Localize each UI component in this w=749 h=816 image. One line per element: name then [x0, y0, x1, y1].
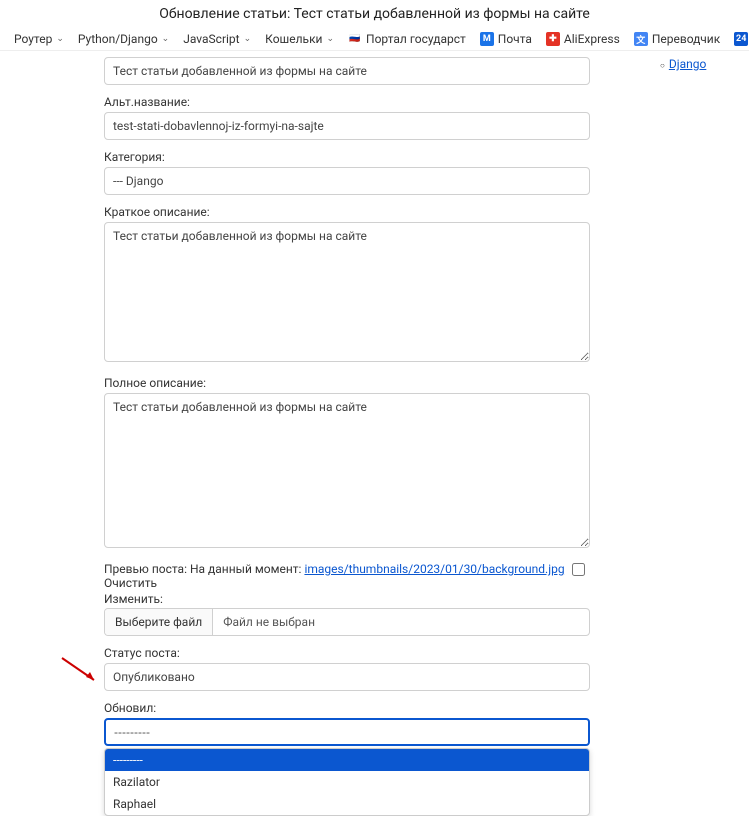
updater-option-raphael[interactable]: Raphael	[105, 793, 589, 815]
alt-input[interactable]	[104, 112, 590, 140]
bookmark-router[interactable]: Роутер⌄	[14, 32, 64, 46]
clear-label: Очистить	[104, 576, 157, 590]
bookmarks-bar: Роутер⌄ Python/Django⌄ JavaScript⌄ Кошел…	[0, 28, 749, 51]
short-desc-textarea[interactable]	[104, 222, 590, 362]
title-input[interactable]	[104, 57, 590, 85]
chevron-down-icon: ⌄	[162, 34, 170, 44]
mail-icon: M	[480, 32, 494, 46]
bullet-icon: ○	[660, 61, 665, 70]
file-status-text: Файл не выбран	[213, 609, 325, 635]
bookmark-javascript[interactable]: JavaScript⌄	[183, 32, 251, 46]
flag-icon: 🇷🇺	[348, 32, 362, 46]
translate-icon: 文	[634, 32, 648, 46]
bookmark-python-django[interactable]: Python/Django⌄	[78, 32, 169, 46]
thumbnail-link[interactable]: images/thumbnails/2023/01/30/background.…	[304, 562, 564, 576]
updater-dropdown-list: --------- Razilator Raphael	[104, 748, 590, 816]
full-desc-label: Полное описание:	[104, 376, 590, 390]
bookmark-translator[interactable]: 文Переводчик	[634, 32, 720, 46]
track-icon: 24	[734, 32, 748, 46]
updater-option-razilator[interactable]: Razilator	[105, 771, 589, 793]
bookmark-mail[interactable]: MПочта	[480, 32, 532, 46]
chevron-down-icon: ⌄	[244, 34, 252, 44]
thumbnail-line: Превью поста: На данный момент: images/t…	[104, 562, 590, 590]
file-input-row: Выберите файл Файл не выбран	[104, 608, 590, 636]
updater-select-wrapper: --------- Razilator Raphael	[104, 718, 590, 746]
bookmark-24track[interactable]: 2424Track	[734, 32, 749, 46]
window-title: Обновление статьи: Тест статьи добавленн…	[0, 0, 749, 28]
clear-checkbox[interactable]	[572, 563, 585, 576]
status-select[interactable]	[104, 663, 590, 691]
bookmark-portal[interactable]: 🇷🇺Портал государст	[348, 32, 466, 46]
category-label: Категория:	[104, 150, 590, 164]
chevron-down-icon: ⌄	[56, 34, 64, 44]
sidebar: ○ Django	[590, 51, 706, 808]
annotation-arrow-icon	[60, 656, 100, 690]
change-label: Изменить:	[104, 592, 590, 606]
alt-label: Альт.название:	[104, 95, 590, 109]
category-select[interactable]	[104, 167, 590, 195]
chevron-down-icon: ⌄	[326, 34, 334, 44]
short-desc-label: Краткое описание:	[104, 205, 590, 219]
bookmark-wallets[interactable]: Кошельки⌄	[265, 32, 334, 46]
bookmark-aliexpress[interactable]: ✚AliExpress	[546, 32, 620, 46]
status-label: Статус поста:	[104, 646, 590, 660]
updater-select[interactable]	[104, 718, 590, 746]
updater-option-blank[interactable]: ---------	[105, 749, 589, 771]
choose-file-button[interactable]: Выберите файл	[105, 609, 213, 635]
full-desc-textarea[interactable]	[104, 393, 590, 548]
aliexpress-icon: ✚	[546, 32, 560, 46]
updater-label: Обновил:	[104, 701, 590, 715]
sidebar-link-django[interactable]: Django	[669, 57, 706, 71]
